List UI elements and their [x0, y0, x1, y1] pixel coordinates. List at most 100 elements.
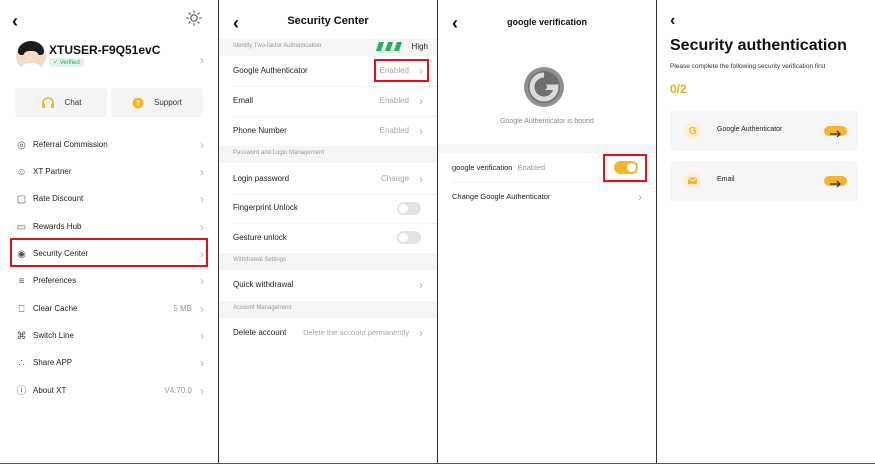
menu-item-clear-cache[interactable]: ⎕ Clear Cache 5 MB ›: [0, 301, 218, 323]
chevron-right-icon: ›: [200, 384, 204, 398]
chat-button[interactable]: Chat: [15, 88, 107, 117]
auth-option-label: Email: [717, 176, 735, 183]
google-g-icon: G: [684, 122, 701, 139]
support-label: Support: [153, 98, 183, 107]
menu-label: Share APP: [33, 358, 73, 367]
envelope-icon: [684, 172, 701, 189]
section-divider: [438, 144, 656, 153]
chat-label: Chat: [64, 98, 82, 107]
auth-option-google-authenticator[interactable]: G Google Authenticator: [670, 111, 858, 151]
partner-icon: ☺: [16, 167, 27, 178]
instructions-text: Please complete the following security v…: [670, 63, 826, 70]
referral-icon: ◎: [17, 140, 26, 151]
theme-toggle-icon[interactable]: [186, 10, 202, 26]
chevron-right-icon: ›: [419, 124, 423, 138]
auth-option-email[interactable]: Email: [670, 161, 858, 201]
menu-item-rate-discount[interactable]: ▢ Rate Discount ›: [0, 191, 218, 213]
chevron-right-icon: ›: [638, 190, 642, 204]
app-version: V4.70.0: [164, 386, 192, 395]
auth-option-label: Google Authenticator: [717, 126, 783, 133]
row-action: Change: [380, 174, 409, 183]
switch-line-icon: ⌘: [16, 331, 27, 342]
chevron-right-icon: ›: [200, 274, 204, 288]
svg-text:?: ?: [136, 98, 141, 107]
cache-size: 5 MB: [173, 304, 192, 313]
chevron-right-icon: ›: [200, 302, 204, 316]
row-label: Google Authenticator: [233, 66, 308, 75]
security-level: High: [411, 42, 428, 51]
row-delete-account[interactable]: Delete account Delete the account perman…: [219, 318, 437, 348]
menu-item-xt-partner[interactable]: ☺ XT Partner ›: [0, 164, 218, 186]
menu-label: XT Partner: [33, 167, 72, 176]
security-center-panel: ‹ Security Center Identity Two-factor Au…: [219, 0, 437, 464]
avatar[interactable]: [16, 41, 46, 71]
menu-label: Rewards Hub: [33, 222, 82, 231]
row-phone-number[interactable]: Phone Number Enabled ›: [219, 116, 437, 146]
menu-label: Switch Line: [33, 331, 74, 340]
check-icon: ✓: [53, 60, 59, 66]
highlight-box-verification-toggle: [603, 154, 647, 182]
row-change-google-authenticator[interactable]: Change Google Authenticator ›: [438, 182, 656, 212]
chevron-right-icon: ›: [200, 192, 204, 206]
chevron-right-icon[interactable]: ›: [200, 53, 204, 67]
menu-item-preferences[interactable]: ≡ Preferences ›: [0, 273, 218, 295]
highlight-box-security-center: [10, 238, 208, 267]
google-authenticator-logo-icon: [524, 67, 564, 107]
headset-icon: [41, 96, 54, 108]
menu-label: About XT: [33, 386, 67, 395]
svg-text:G: G: [689, 126, 697, 137]
fingerprint-toggle[interactable]: [397, 202, 421, 215]
arrow-right-icon[interactable]: [824, 126, 847, 138]
chevron-right-icon: ›: [200, 138, 204, 152]
menu-item-share-app[interactable]: ∴ Share APP ›: [0, 355, 218, 377]
chevron-right-icon: ›: [200, 165, 204, 179]
trash-icon: ⎕: [18, 304, 25, 315]
menu-label: Clear Cache: [33, 304, 78, 313]
section-label: Withdrawal Settings: [233, 257, 287, 263]
chevron-right-icon: ›: [419, 278, 423, 292]
section-header-password: Password and Login Management: [219, 146, 437, 163]
verified-label: Verified: [59, 60, 80, 66]
row-status: Enabled: [379, 126, 409, 135]
section-header-account: Account Management: [219, 301, 437, 318]
support-button[interactable]: ? Support: [111, 88, 203, 117]
page-title: Security authentication: [670, 37, 847, 54]
section-header-2fa: Identity Two-factor Authentication High: [219, 39, 437, 56]
menu-label: Referral Commission: [33, 140, 108, 149]
rewards-icon: ▭: [16, 222, 27, 233]
back-arrow-icon[interactable]: ‹: [12, 12, 18, 30]
back-arrow-icon[interactable]: ‹: [670, 12, 675, 30]
help-icon: ?: [132, 97, 144, 108]
chevron-right-icon: ›: [200, 329, 204, 343]
menu-item-about-xt[interactable]: ⓘ About XT V4.70.0 ›: [0, 383, 218, 405]
row-status: Enabled: [379, 96, 409, 105]
section-label: Identity Two-factor Authentication: [233, 43, 322, 49]
chevron-right-icon: ›: [419, 172, 423, 186]
menu-label: Rate Discount: [33, 194, 84, 203]
row-fingerprint-unlock: Fingerprint Unlock: [219, 193, 437, 223]
gesture-toggle[interactable]: [397, 231, 421, 244]
security-level-bars-icon: [376, 42, 402, 51]
page-title: Security Center: [287, 15, 369, 27]
profile-panel: ‹ XTUSER-F9Q51evC ✓ Verified › Chat ? Su…: [0, 0, 218, 464]
arrow-right-icon[interactable]: [824, 176, 847, 188]
section-label: Password and Login Management: [233, 150, 325, 156]
row-quick-withdrawal[interactable]: Quick withdrawal ›: [219, 270, 437, 300]
row-label: Delete account: [233, 328, 287, 337]
verification-label: google verification: [452, 163, 513, 172]
row-login-password[interactable]: Login password Change ›: [219, 164, 437, 194]
section-label: Account Management: [233, 305, 292, 311]
menu-label: Preferences: [33, 276, 77, 285]
row-label: Login password: [233, 174, 290, 183]
security-authentication-panel: ‹ Security authentication Please complet…: [657, 0, 875, 464]
row-label: Phone Number: [233, 126, 287, 135]
google-verification-panel: ‹ google verification Google Authenticat…: [438, 0, 656, 464]
section-header-withdrawal: Withdrawal Settings: [219, 253, 437, 270]
row-gesture-unlock: Gesture unlock: [219, 223, 437, 253]
menu-item-switch-line[interactable]: ⌘ Switch Line ›: [0, 328, 218, 350]
row-email[interactable]: Email Enabled ›: [219, 86, 437, 116]
row-label: Fingerprint Unlock: [233, 203, 298, 212]
share-icon: ∴: [18, 358, 25, 369]
menu-item-referral-commission[interactable]: ◎ Referral Commission ›: [0, 137, 218, 159]
row-label: Email: [233, 96, 254, 105]
